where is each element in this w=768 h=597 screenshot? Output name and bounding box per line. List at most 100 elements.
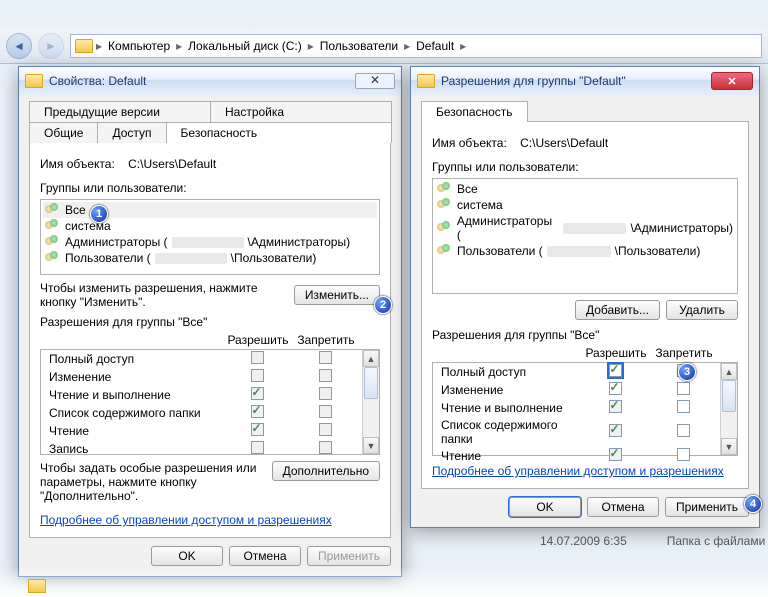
learn-more-link[interactable]: Подробнее об управлении доступом и разре… (40, 513, 380, 527)
breadcrumb[interactable]: Локальный диск (C:) (185, 39, 305, 53)
file-list-fragment: 14.07.2009 6:35 Папка с файлами (540, 534, 765, 548)
close-button[interactable]: ✕ (711, 72, 753, 90)
perm-row: Изменение (433, 381, 737, 399)
col-allow: Разрешить (224, 333, 292, 347)
perm-row: Чтение и выполнение (433, 399, 737, 417)
breadcrumb[interactable]: Default (413, 39, 457, 53)
deny-checkbox[interactable] (677, 382, 690, 395)
edit-permissions-button[interactable]: Изменить... (294, 285, 380, 305)
chevron-right-icon: ▸ (175, 39, 183, 53)
add-button[interactable]: Добавить... (575, 300, 660, 320)
permissions-caption: Разрешения для группы "Все" (432, 328, 738, 342)
nav-back-button[interactable]: ◄ (6, 33, 32, 59)
perm-row: Чтение и выполнение (41, 386, 379, 404)
groups-label: Группы или пользователи: (40, 181, 380, 195)
users-icon (45, 219, 61, 233)
chevron-right-icon: ▸ (403, 39, 411, 53)
callout-4: 4 (744, 495, 762, 513)
object-path: C:\Users\Default (128, 157, 216, 171)
dialog-titlebar[interactable]: Разрешения для группы "Default" ✕ (411, 67, 759, 95)
chevron-right-icon: ▸ (95, 39, 103, 53)
perm-row: Чтение (41, 422, 379, 440)
scroll-thumb[interactable] (364, 367, 378, 399)
callout-1: 1 (90, 205, 108, 223)
change-hint: Чтобы изменить разрешения, нажмите кнопк… (40, 281, 286, 309)
scrollbar[interactable]: ▲▼ (362, 350, 379, 454)
col-deny: Запретить (650, 346, 718, 360)
close-icon[interactable]: ✕ (355, 73, 395, 89)
tab-general[interactable]: Общие (29, 122, 98, 143)
properties-dialog: Свойства: Default ✕ Предыдущие версии На… (18, 66, 402, 577)
list-item[interactable]: Пользователи (\Пользователи) (435, 243, 735, 259)
deny-checkbox[interactable] (677, 400, 690, 413)
fade-overlay (0, 567, 768, 597)
remove-button[interactable]: Удалить (666, 300, 738, 320)
deny-checkbox[interactable] (677, 448, 690, 461)
perm-row: Запись (41, 440, 379, 458)
users-icon (45, 251, 61, 265)
dialog-title: Разрешения для группы "Default" (441, 74, 705, 88)
advanced-hint: Чтобы задать особые разрешения или парам… (40, 461, 264, 503)
users-icon (437, 182, 453, 196)
file-type: Папка с файлами (667, 534, 766, 548)
allow-checkbox[interactable] (609, 400, 622, 413)
folder-icon (417, 74, 435, 88)
scroll-up-icon[interactable]: ▲ (363, 350, 379, 367)
scroll-down-icon[interactable]: ▼ (363, 437, 379, 454)
deny-checkbox[interactable] (677, 424, 690, 437)
redacted-text (547, 246, 611, 257)
security-panel: Имя объекта: C:\Users\Default Группы или… (29, 142, 391, 538)
dialog-title: Свойства: Default (49, 74, 349, 88)
chevron-right-icon: ▸ (307, 39, 315, 53)
folder-icon (25, 74, 43, 88)
ok-button[interactable]: OK (509, 497, 581, 517)
scrollbar[interactable]: ▲▼ (720, 363, 737, 455)
tab-customize[interactable]: Настройка (210, 101, 392, 122)
tab-previous-versions[interactable]: Предыдущие версии (29, 101, 211, 122)
scroll-down-icon[interactable]: ▼ (721, 438, 737, 455)
object-path: C:\Users\Default (520, 136, 608, 150)
apply-button[interactable]: Применить (665, 497, 749, 517)
allow-checkbox (251, 369, 264, 382)
allow-checkbox[interactable] (609, 382, 622, 395)
allow-checkbox (251, 441, 264, 454)
advanced-button[interactable]: Дополнительно (272, 461, 380, 481)
groups-label: Группы или пользователи: (432, 160, 738, 174)
list-item[interactable]: Администраторы (\Администраторы) (43, 234, 377, 250)
address-bar[interactable]: ▸ Компьютер ▸ Локальный диск (C:) ▸ Поль… (70, 34, 762, 58)
apply-button: Применить (307, 546, 391, 566)
allow-checkbox[interactable] (609, 364, 622, 377)
deny-checkbox (319, 351, 332, 364)
list-item[interactable]: система (435, 197, 735, 213)
groups-listbox[interactable]: Все система Администраторы (\Администрат… (432, 178, 738, 294)
redacted-text (172, 237, 244, 248)
chevron-right-icon: ▸ (459, 39, 467, 53)
cancel-button[interactable]: Отмена (587, 497, 659, 517)
breadcrumb[interactable]: Пользователи (317, 39, 401, 53)
list-item[interactable]: Пользователи (\Пользователи) (43, 250, 377, 266)
ok-button[interactable]: OK (151, 546, 223, 566)
dialog-titlebar[interactable]: Свойства: Default ✕ (19, 67, 401, 95)
scroll-thumb[interactable] (722, 380, 736, 412)
tab-security[interactable]: Безопасность (421, 101, 528, 122)
redacted-text (155, 253, 227, 264)
users-icon (45, 203, 61, 217)
security-panel: Имя объекта: C:\Users\Default Группы или… (421, 121, 749, 489)
allow-checkbox (251, 387, 264, 400)
cancel-button[interactable]: Отмена (229, 546, 301, 566)
nav-forward-button: ► (38, 33, 64, 59)
explorer-navbar: ◄ ► ▸ Компьютер ▸ Локальный диск (C:) ▸ … (0, 28, 768, 64)
tab-sharing[interactable]: Доступ (97, 122, 166, 143)
users-icon (45, 235, 61, 249)
deny-checkbox (319, 423, 332, 436)
deny-checkbox (319, 405, 332, 418)
breadcrumb[interactable]: Компьютер (105, 39, 173, 53)
learn-more-link[interactable]: Подробнее об управлении доступом и разре… (432, 464, 738, 478)
allow-checkbox[interactable] (609, 424, 622, 437)
tab-security[interactable]: Безопасность (166, 122, 392, 143)
list-item[interactable]: Администраторы (\Администраторы) (435, 213, 735, 243)
file-date: 14.07.2009 6:35 (540, 534, 627, 548)
scroll-up-icon[interactable]: ▲ (721, 363, 737, 380)
allow-checkbox[interactable] (609, 448, 622, 461)
list-item[interactable]: Все (435, 181, 735, 197)
